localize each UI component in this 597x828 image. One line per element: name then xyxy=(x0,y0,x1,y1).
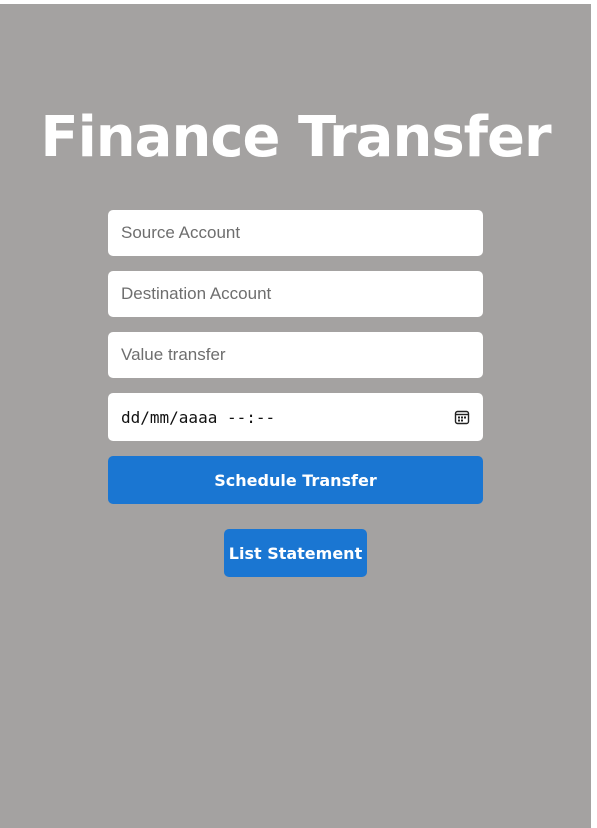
source-account-input[interactable] xyxy=(108,210,483,256)
app-container: Finance Transfer dd/mm/aaaa --:-- Schedu… xyxy=(0,4,591,828)
list-statement-button[interactable]: List Statement xyxy=(224,529,367,577)
page-title: Finance Transfer xyxy=(40,105,551,170)
value-transfer-input[interactable] xyxy=(108,332,483,378)
datetime-placeholder: dd/mm/aaaa --:-- xyxy=(121,407,276,427)
calendar-icon[interactable] xyxy=(454,409,470,425)
schedule-transfer-button[interactable]: Schedule Transfer xyxy=(108,456,483,504)
destination-account-input[interactable] xyxy=(108,271,483,317)
datetime-input[interactable]: dd/mm/aaaa --:-- xyxy=(108,393,483,441)
